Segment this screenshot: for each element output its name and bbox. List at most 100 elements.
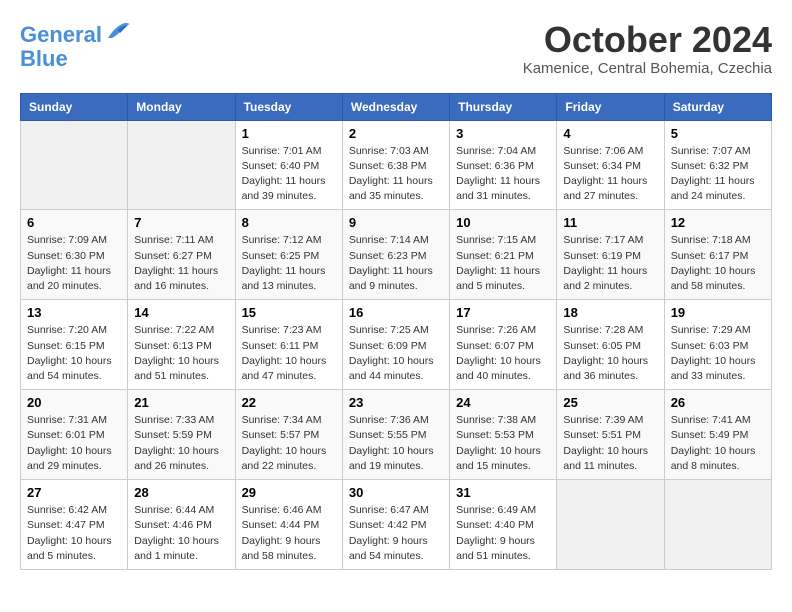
calendar-cell: 27 Sunrise: 6:42 AM Sunset: 4:47 PM Dayli… [21,480,128,570]
calendar-cell: 20 Sunrise: 7:31 AM Sunset: 6:01 PM Dayli… [21,390,128,480]
day-info: Sunrise: 7:29 AM Sunset: 6:03 PM Dayligh… [671,323,765,384]
calendar-cell: 9 Sunrise: 7:14 AM Sunset: 6:23 PM Daylig… [342,210,449,300]
calendar-cell [128,120,235,210]
day-number: 2 [349,126,443,141]
calendar-cell: 15Sunrise: 7:23 AM Sunset: 6:11 PM Dayli… [235,300,342,390]
day-info: Sunrise: 7:41 AM Sunset: 5:49 PM Dayligh… [671,413,765,474]
day-info: Sunrise: 6:46 AM Sunset: 4:44 PM Dayligh… [242,503,336,564]
calendar-cell: 6 Sunrise: 7:09 AM Sunset: 6:30 PM Daylig… [21,210,128,300]
calendar-week-row: 13Sunrise: 7:20 AM Sunset: 6:15 PM Dayli… [21,300,772,390]
calendar-cell: 28 Sunrise: 6:44 AM Sunset: 4:46 PM Dayli… [128,480,235,570]
day-info: Sunrise: 7:12 AM Sunset: 6:25 PM Dayligh… [242,233,336,294]
calendar-cell: 24 Sunrise: 7:38 AM Sunset: 5:53 PM Dayli… [450,390,557,480]
calendar-cell: 10 Sunrise: 7:15 AM Sunset: 6:21 PM Dayli… [450,210,557,300]
day-info: Sunrise: 7:09 AM Sunset: 6:30 PM Dayligh… [27,233,121,294]
location: Kamenice, Central Bohemia, Czechia [523,60,772,77]
day-number: 7 [134,215,228,230]
page-header: General Blue October 2024 Kamenice, Cent… [20,20,772,77]
calendar-cell: 21 Sunrise: 7:33 AM Sunset: 5:59 PM Dayli… [128,390,235,480]
day-number: 21 [134,395,228,410]
day-info: Sunrise: 6:47 AM Sunset: 4:42 PM Dayligh… [349,503,443,564]
calendar-cell [21,120,128,210]
day-number: 13 [27,305,121,320]
calendar-cell [664,480,771,570]
calendar-cell: 18Sunrise: 7:28 AM Sunset: 6:05 PM Dayli… [557,300,664,390]
day-number: 22 [242,395,336,410]
day-number: 30 [349,485,443,500]
logo-blue-text: Blue [20,47,132,71]
logo-text: General [20,20,132,47]
month-title: October 2024 [523,20,772,60]
calendar-cell: 1Sunrise: 7:01 AM Sunset: 6:40 PM Daylig… [235,120,342,210]
logo-bird-icon [104,20,132,42]
weekday-header: Friday [557,93,664,120]
day-info: Sunrise: 7:39 AM Sunset: 5:51 PM Dayligh… [563,413,657,474]
day-number: 17 [456,305,550,320]
day-number: 15 [242,305,336,320]
day-number: 23 [349,395,443,410]
calendar-cell: 11Sunrise: 7:17 AM Sunset: 6:19 PM Dayli… [557,210,664,300]
calendar-cell: 30 Sunrise: 6:47 AM Sunset: 4:42 PM Dayli… [342,480,449,570]
day-info: Sunrise: 7:38 AM Sunset: 5:53 PM Dayligh… [456,413,550,474]
day-number: 28 [134,485,228,500]
day-number: 26 [671,395,765,410]
day-info: Sunrise: 7:03 AM Sunset: 6:38 PM Dayligh… [349,144,443,205]
day-info: Sunrise: 7:04 AM Sunset: 6:36 PM Dayligh… [456,144,550,205]
day-number: 31 [456,485,550,500]
calendar-cell: 25 Sunrise: 7:39 AM Sunset: 5:51 PM Dayli… [557,390,664,480]
day-number: 25 [563,395,657,410]
day-number: 3 [456,126,550,141]
title-block: October 2024 Kamenice, Central Bohemia, … [523,20,772,77]
day-info: Sunrise: 7:11 AM Sunset: 6:27 PM Dayligh… [134,233,228,294]
calendar-week-row: 6 Sunrise: 7:09 AM Sunset: 6:30 PM Daylig… [21,210,772,300]
day-info: Sunrise: 7:34 AM Sunset: 5:57 PM Dayligh… [242,413,336,474]
day-info: Sunrise: 7:06 AM Sunset: 6:34 PM Dayligh… [563,144,657,205]
day-info: Sunrise: 6:42 AM Sunset: 4:47 PM Dayligh… [27,503,121,564]
day-number: 5 [671,126,765,141]
day-info: Sunrise: 6:44 AM Sunset: 4:46 PM Dayligh… [134,503,228,564]
day-info: Sunrise: 7:26 AM Sunset: 6:07 PM Dayligh… [456,323,550,384]
calendar-cell: 3 Sunrise: 7:04 AM Sunset: 6:36 PM Daylig… [450,120,557,210]
day-number: 14 [134,305,228,320]
calendar-cell: 4 Sunrise: 7:06 AM Sunset: 6:34 PM Daylig… [557,120,664,210]
calendar-cell [557,480,664,570]
day-number: 24 [456,395,550,410]
day-info: Sunrise: 7:01 AM Sunset: 6:40 PM Dayligh… [242,144,336,205]
calendar-cell: 14Sunrise: 7:22 AM Sunset: 6:13 PM Dayli… [128,300,235,390]
day-number: 10 [456,215,550,230]
calendar-cell: 5 Sunrise: 7:07 AM Sunset: 6:32 PM Daylig… [664,120,771,210]
weekday-header: Sunday [21,93,128,120]
calendar-cell: 29 Sunrise: 6:46 AM Sunset: 4:44 PM Dayli… [235,480,342,570]
day-info: Sunrise: 7:25 AM Sunset: 6:09 PM Dayligh… [349,323,443,384]
day-info: Sunrise: 7:07 AM Sunset: 6:32 PM Dayligh… [671,144,765,205]
day-number: 27 [27,485,121,500]
day-number: 29 [242,485,336,500]
day-number: 19 [671,305,765,320]
day-number: 6 [27,215,121,230]
weekday-header: Saturday [664,93,771,120]
calendar-cell: 12Sunrise: 7:18 AM Sunset: 6:17 PM Dayli… [664,210,771,300]
calendar-cell: 26 Sunrise: 7:41 AM Sunset: 5:49 PM Dayli… [664,390,771,480]
day-info: Sunrise: 7:33 AM Sunset: 5:59 PM Dayligh… [134,413,228,474]
calendar-cell: 2 Sunrise: 7:03 AM Sunset: 6:38 PM Daylig… [342,120,449,210]
day-info: Sunrise: 7:31 AM Sunset: 6:01 PM Dayligh… [27,413,121,474]
day-number: 18 [563,305,657,320]
calendar-cell: 23 Sunrise: 7:36 AM Sunset: 5:55 PM Dayli… [342,390,449,480]
calendar-cell: 8Sunrise: 7:12 AM Sunset: 6:25 PM Daylig… [235,210,342,300]
day-info: Sunrise: 7:15 AM Sunset: 6:21 PM Dayligh… [456,233,550,294]
day-number: 4 [563,126,657,141]
calendar-cell: 7 Sunrise: 7:11 AM Sunset: 6:27 PM Daylig… [128,210,235,300]
calendar-cell: 16 Sunrise: 7:25 AM Sunset: 6:09 PM Dayli… [342,300,449,390]
day-info: Sunrise: 7:36 AM Sunset: 5:55 PM Dayligh… [349,413,443,474]
day-number: 12 [671,215,765,230]
day-info: Sunrise: 7:17 AM Sunset: 6:19 PM Dayligh… [563,233,657,294]
weekday-header: Monday [128,93,235,120]
calendar-cell: 17 Sunrise: 7:26 AM Sunset: 6:07 PM Dayli… [450,300,557,390]
day-number: 16 [349,305,443,320]
calendar-table: SundayMondayTuesdayWednesdayThursdayFrid… [20,93,772,570]
day-number: 9 [349,215,443,230]
day-info: Sunrise: 7:14 AM Sunset: 6:23 PM Dayligh… [349,233,443,294]
day-number: 20 [27,395,121,410]
calendar-week-row: 27 Sunrise: 6:42 AM Sunset: 4:47 PM Dayli… [21,480,772,570]
calendar-cell: 31Sunrise: 6:49 AM Sunset: 4:40 PM Dayli… [450,480,557,570]
